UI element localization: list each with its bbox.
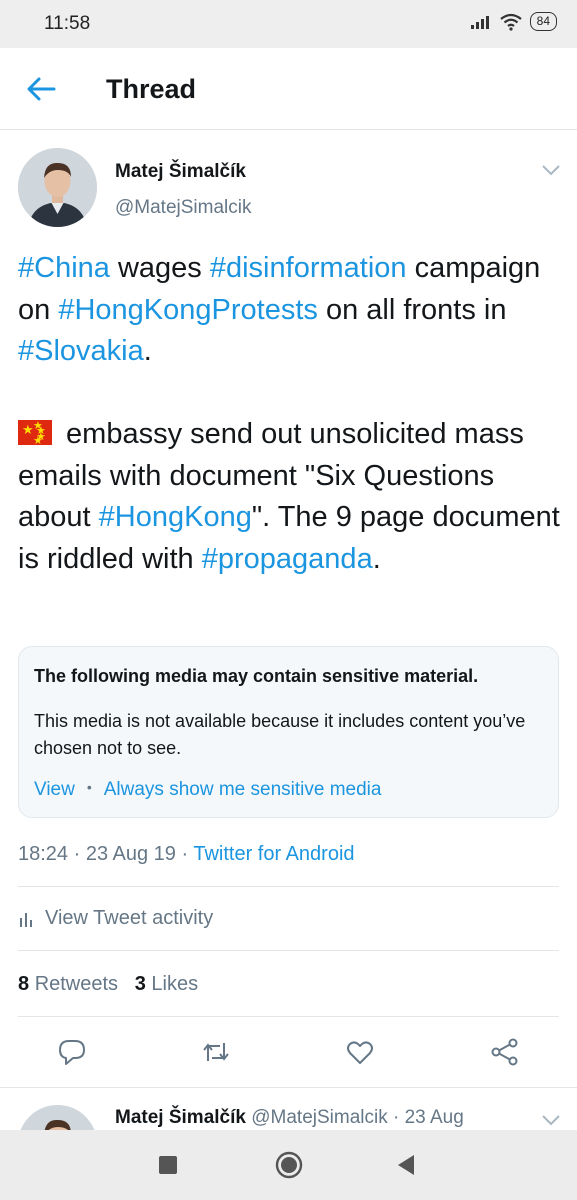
- hashtag-link[interactable]: #Slovakia: [18, 335, 144, 367]
- sensitive-body: This media is not available because it i…: [34, 711, 526, 758]
- tweet-text-segment: wages: [109, 252, 210, 284]
- nav-back-icon[interactable]: [396, 1154, 416, 1176]
- status-bar: 11:58 84: [0, 0, 577, 48]
- hashtag-link[interactable]: #HongKongProtests: [58, 294, 318, 326]
- page-title: Thread: [106, 74, 197, 104]
- avatar[interactable]: [18, 148, 97, 227]
- view-tweet-activity[interactable]: View Tweet activity: [18, 907, 213, 930]
- status-time: 11:58: [44, 13, 91, 34]
- hashtag-link[interactable]: #propaganda: [202, 543, 373, 575]
- system-nav-bar: [0, 1130, 577, 1200]
- view-media-link[interactable]: View: [34, 779, 75, 800]
- reply-date: · 23 Aug: [393, 1107, 464, 1128]
- tweet-text-segment: on all fronts in: [317, 293, 507, 326]
- tweet-source-link[interactable]: Twitter for Android: [193, 843, 354, 865]
- view-tweet-activity-label: View Tweet activity: [45, 907, 214, 929]
- sensitive-title: The following media may contain sensitiv…: [34, 666, 479, 686]
- chevron-down-icon[interactable]: [540, 163, 562, 177]
- retweets-stat[interactable]: 8 Retweets: [18, 973, 118, 995]
- reply-tweet[interactable]: Matej Šimalčík @MatejSimalcik · 23 Aug: [0, 1088, 577, 1130]
- tweet-stats: 8 Retweets 3 Likes: [18, 973, 198, 996]
- avatar[interactable]: [18, 1105, 97, 1130]
- share-icon[interactable]: [490, 1037, 520, 1067]
- reply-author-handle[interactable]: @MatejSimalcik: [251, 1107, 387, 1128]
- bar-chart-icon: [20, 912, 32, 927]
- reply-icon[interactable]: [57, 1037, 87, 1067]
- divider: [18, 950, 559, 951]
- like-icon[interactable]: [345, 1037, 375, 1067]
- chevron-down-icon[interactable]: [540, 1113, 562, 1127]
- tweet-meta: 18:24 · 23 Aug 19 · Twitter for Android: [18, 843, 355, 866]
- nav-recents-icon[interactable]: [158, 1155, 178, 1175]
- author-name[interactable]: Matej Šimalčík: [115, 161, 246, 183]
- divider: [18, 886, 559, 887]
- status-icons: 84: [470, 12, 557, 31]
- back-arrow-icon[interactable]: [24, 72, 58, 106]
- wifi-icon: [499, 13, 522, 31]
- sensitive-actions: View • Always show me sensitive media: [34, 779, 381, 801]
- tweet-text-segment: .: [143, 335, 152, 367]
- reply-header: Matej Šimalčík @MatejSimalcik · 23 Aug: [115, 1107, 464, 1129]
- likes-stat[interactable]: 3 Likes: [135, 973, 198, 995]
- separator-dot: •: [86, 779, 92, 795]
- retweets-count: 8: [18, 973, 30, 995]
- author-handle[interactable]: @MatejSimalcik: [115, 197, 251, 219]
- app-header: Thread: [0, 48, 577, 130]
- signal-icon: [470, 15, 489, 29]
- hashtag-link[interactable]: #HongKong: [99, 501, 252, 533]
- sensitive-media-notice: The following media may contain sensitiv…: [18, 646, 559, 818]
- tweet-timestamp: 18:24 · 23 Aug 19 ·: [18, 843, 194, 865]
- tweet-text: #China wages #disinformation campaign on…: [18, 248, 563, 580]
- china-flag-emoji: ★ ★ ★ ★ ★: [18, 420, 52, 447]
- always-show-sensitive-link[interactable]: Always show me sensitive media: [104, 779, 382, 800]
- battery-icon: 84: [529, 12, 557, 31]
- hashtag-link[interactable]: #disinformation: [210, 252, 407, 284]
- tweet-paragraph-1: #China wages #disinformation campaign on…: [18, 248, 563, 373]
- retweet-icon[interactable]: [201, 1037, 231, 1067]
- hashtag-link[interactable]: #China: [18, 252, 110, 284]
- nav-home-icon[interactable]: [275, 1151, 303, 1179]
- likes-label: Likes: [151, 973, 199, 995]
- tweet-text-segment: .: [372, 542, 381, 575]
- reply-author-name[interactable]: Matej Šimalčík: [115, 1107, 246, 1128]
- retweets-label: Retweets: [34, 973, 119, 995]
- tweet-paragraph-2: ★ ★ ★ ★ ★ embassy send out unsolicited mass …: [18, 414, 563, 580]
- likes-count: 3: [134, 973, 146, 995]
- divider: [18, 1016, 559, 1017]
